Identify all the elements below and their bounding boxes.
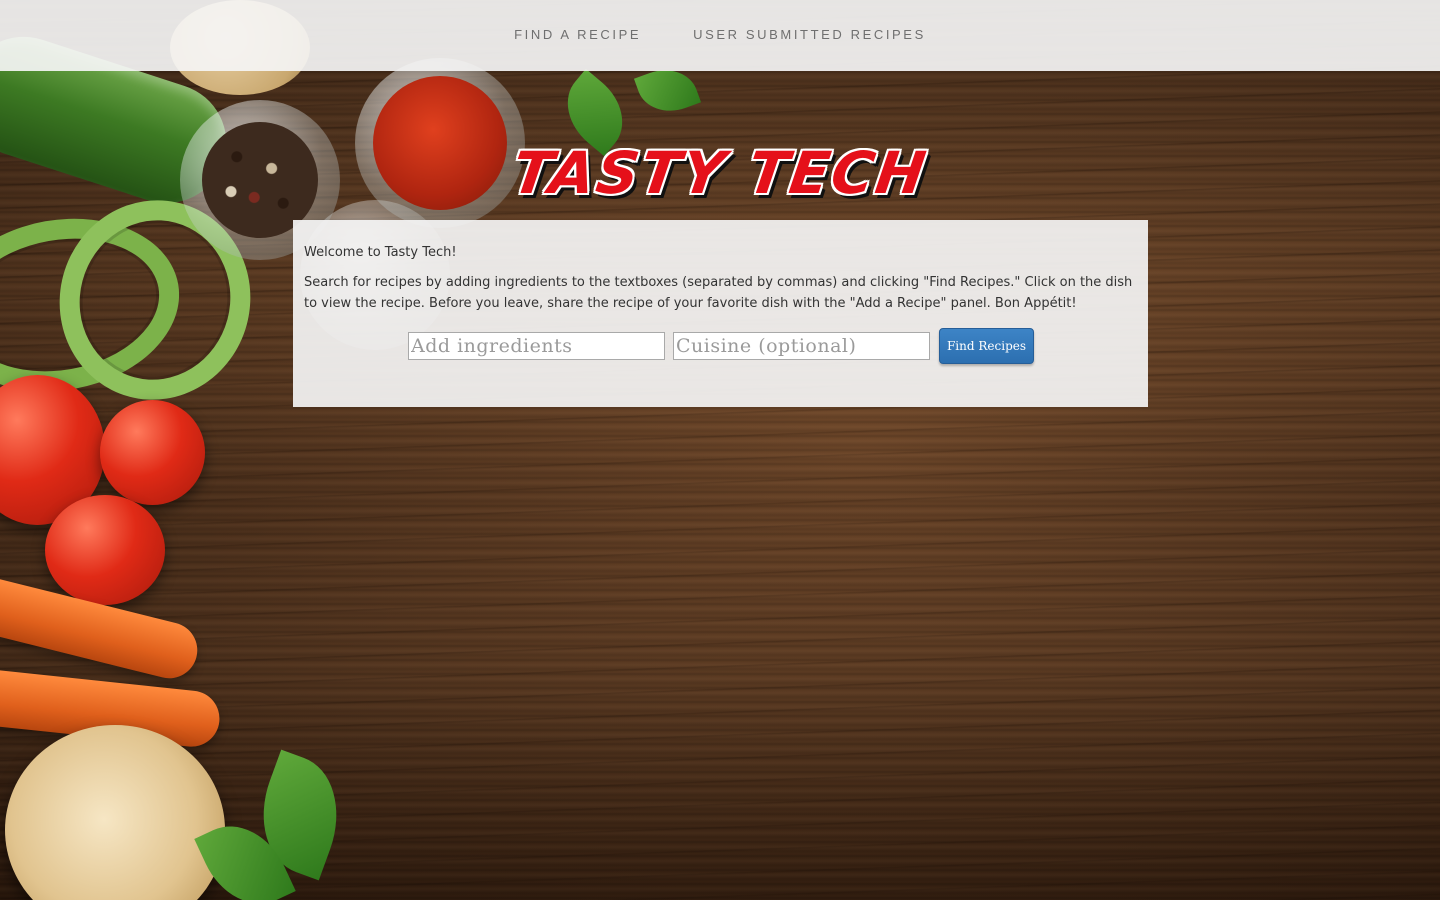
search-panel: Welcome to Tasty Tech! Search for recipe… (293, 220, 1148, 407)
search-form: Find Recipes (408, 328, 1034, 364)
site-logo-text: TASTY TECH (508, 139, 932, 207)
tomato-image (45, 495, 165, 605)
welcome-text: Welcome to Tasty Tech! (304, 245, 457, 260)
site-logo: TASTY TECH (500, 138, 940, 208)
find-recipes-button[interactable]: Find Recipes (939, 328, 1034, 364)
tomato-image (100, 400, 205, 505)
instructions-text: Search for recipes by adding ingredients… (304, 275, 1133, 311)
top-nav: FIND A RECIPE USER SUBMITTED RECIPES (0, 0, 1440, 71)
ingredients-input[interactable] (408, 332, 665, 360)
nav-find-recipe-link[interactable]: FIND A RECIPE (514, 27, 641, 42)
cuisine-input[interactable] (673, 332, 930, 360)
nav-user-submitted-recipes-link[interactable]: USER SUBMITTED RECIPES (693, 27, 926, 42)
